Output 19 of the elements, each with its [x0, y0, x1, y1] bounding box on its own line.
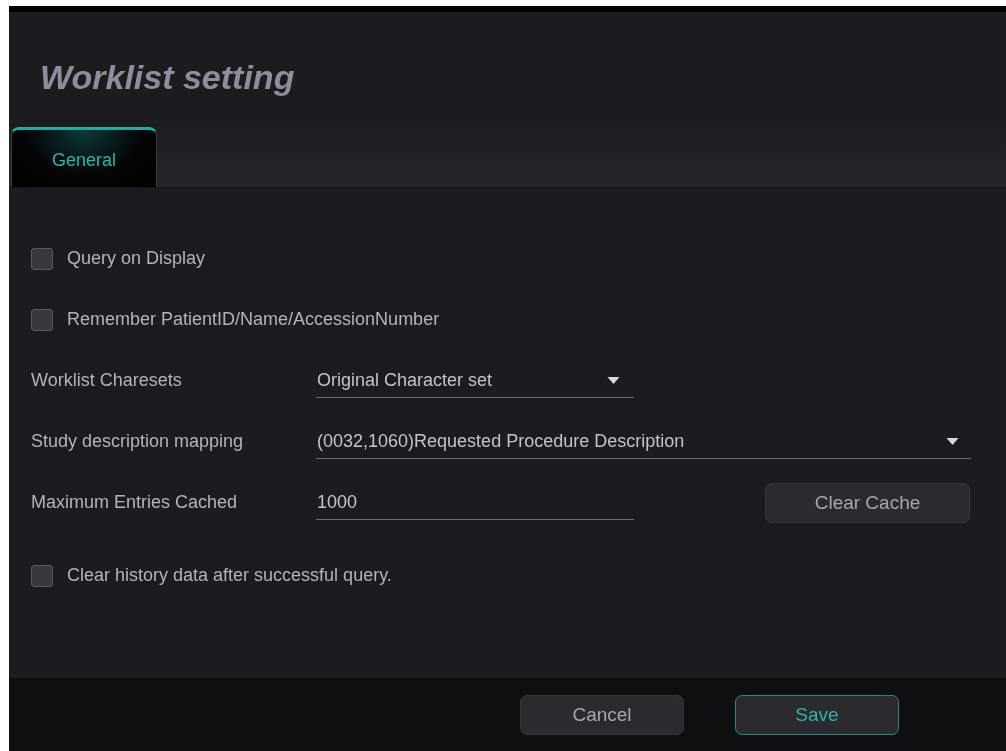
setting-label: Study description mapping [30, 431, 245, 452]
clear-cache-button[interactable]: Clear Cache [765, 482, 970, 523]
save-button[interactable]: Save [735, 694, 899, 735]
checkbox-label: Remember PatientID/Name/AccessionNumber [67, 309, 440, 330]
dropdown[interactable]: (0032,1060)Requested Procedure Description [316, 424, 971, 459]
checkbox-label: Query on Display [67, 248, 206, 269]
checkbox-label: Clear history data after successful query. [67, 565, 392, 586]
setting-label: Worklist Charesets [30, 370, 183, 391]
checkbox[interactable] [31, 308, 53, 331]
cancel-button[interactable]: Cancel [520, 694, 684, 735]
tab[interactable]: General [11, 127, 157, 187]
caret-icon [607, 376, 620, 384]
caret-icon [946, 437, 959, 445]
checkbox[interactable] [31, 247, 53, 270]
setting-label: Maximum Entries Cached [30, 492, 239, 513]
input-field[interactable]: 1000 [316, 485, 634, 520]
dialog-title: Worklist setting [39, 57, 296, 98]
checkbox[interactable] [31, 564, 53, 587]
dropdown[interactable]: Original Character set [316, 363, 634, 398]
